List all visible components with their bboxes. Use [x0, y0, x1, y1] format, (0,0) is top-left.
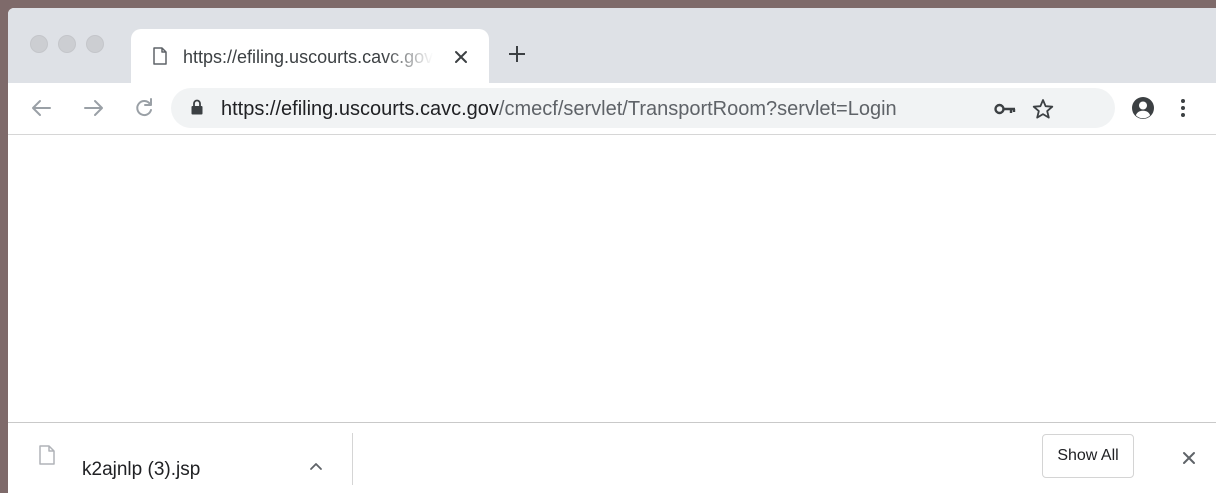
window-close-dot[interactable]: [30, 35, 48, 53]
chevron-up-icon[interactable]: [301, 451, 331, 481]
toolbar: https://efiling.uscourts.cavc.gov/cmecf/…: [8, 83, 1216, 135]
kebab-menu-icon[interactable]: [1168, 93, 1198, 123]
arrow-left-icon[interactable]: [26, 93, 56, 123]
url-path: /cmecf/servlet/TransportRoom?servlet=Log…: [498, 98, 897, 120]
page-content: [8, 135, 1216, 422]
arrow-right-icon[interactable]: [79, 93, 109, 123]
browser-window: https://efiling.uscourts.cavc.gov/cmecf/…: [8, 8, 1216, 493]
lock-icon[interactable]: [191, 99, 203, 120]
plus-icon[interactable]: [502, 39, 532, 69]
tab-active[interactable]: https://efiling.uscourts.cavc.gov/cmecf/…: [131, 29, 489, 83]
file-icon: [39, 445, 55, 470]
download-shelf: k2ajnlp (3).jsp Show All: [8, 422, 1216, 493]
tab-strip: https://efiling.uscourts.cavc.gov/cmecf/…: [8, 8, 1216, 83]
tab-title: https://efiling.uscourts.cavc.gov/cmecf/…: [183, 47, 433, 67]
tab-close-icon[interactable]: [448, 44, 474, 70]
url-host: https://efiling.uscourts.cavc.gov: [221, 98, 499, 120]
star-icon[interactable]: [1031, 97, 1055, 121]
shelf-divider: [352, 433, 353, 485]
reload-icon[interactable]: [129, 93, 159, 123]
window-zoom-dot[interactable]: [86, 35, 104, 53]
close-icon[interactable]: [1174, 443, 1204, 473]
document-icon: [153, 47, 167, 70]
account-circle-icon[interactable]: [1128, 93, 1158, 123]
window-minimize-dot[interactable]: [58, 35, 76, 53]
url-text[interactable]: https://efiling.uscourts.cavc.gov/cmecf/…: [221, 96, 897, 122]
key-icon[interactable]: [993, 97, 1017, 121]
address-bar[interactable]: https://efiling.uscourts.cavc.gov/cmecf/…: [171, 88, 1115, 128]
download-file-name[interactable]: k2ajnlp (3).jsp: [82, 459, 200, 481]
show-all-button[interactable]: Show All: [1042, 434, 1134, 478]
